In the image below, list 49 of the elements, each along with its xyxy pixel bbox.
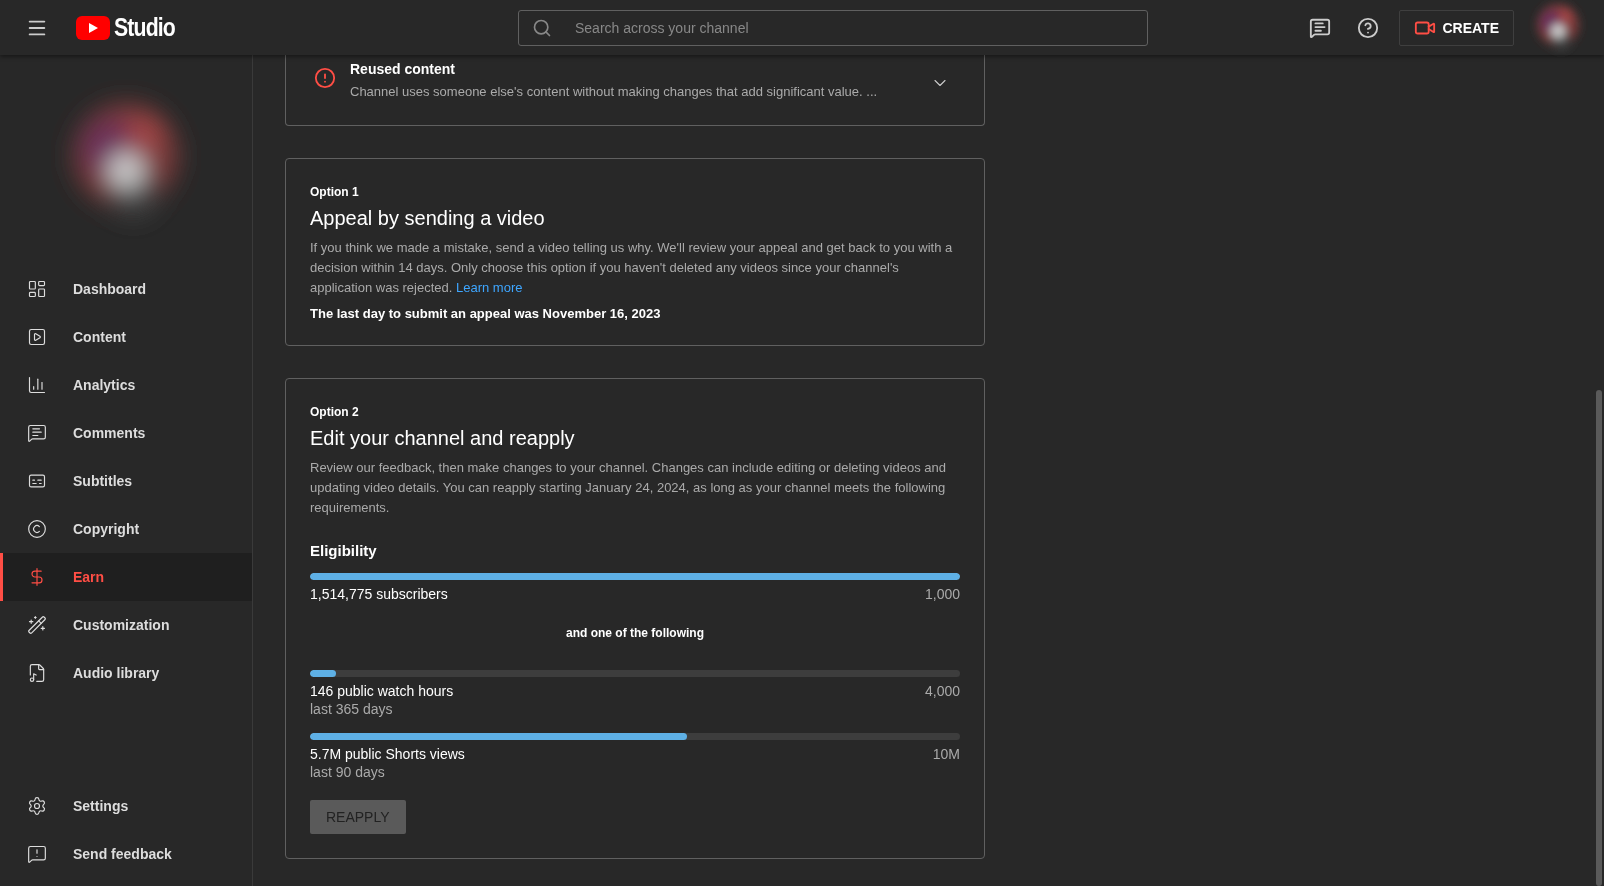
help-icon — [1357, 16, 1380, 39]
comment-icon — [27, 423, 47, 443]
deadline-note: The last day to submit an appeal was November 16, 2023 — [310, 306, 662, 321]
grid-icon — [27, 279, 47, 299]
option-label: Option 1 — [310, 185, 360, 199]
sidebar-item[interactable]: Customization — [0, 601, 252, 649]
search-icon — [532, 17, 552, 38]
option-description: If you think we made a mistake, send a video telling us why. We'll review your appeal and get back to you with a decision within 14 days. Only choose this option if you haven't deleted any videos since your channel's application was rejected. Learn more — [310, 239, 954, 297]
scrollbar-thumb[interactable] — [1596, 390, 1602, 886]
bar-chart-icon — [27, 375, 47, 395]
option-description: Review our feedback, then make changes to your channel. Changes can include editing or deleting videos and updating video details. You can reapply starting January 24, 2024, as long as your channel meets the following requirements. — [310, 459, 947, 517]
create-button[interactable]: CREATE — [1399, 9, 1514, 46]
requirement-label: 1,514,775 subscribers — [310, 586, 448, 602]
issue-description: Channel uses someone else's content without making changes that add significant value. ... — [350, 84, 879, 99]
sidebar-item[interactable]: Audio library — [0, 649, 252, 697]
sidebar-item[interactable]: Analytics — [0, 361, 252, 409]
option-label: Option 2 — [310, 405, 360, 419]
settings-icon — [27, 796, 47, 816]
sidebar-item[interactable]: Dashboard — [0, 265, 252, 313]
option-title: Edit your channel and reapply — [310, 427, 576, 450]
play-logo-icon — [76, 15, 110, 40]
sidebar-item[interactable]: Settings — [0, 782, 252, 830]
music-file-icon — [27, 663, 47, 683]
requirement-label: 146 public watch hours — [310, 683, 454, 699]
sidebar-item[interactable]: Comments — [0, 409, 252, 457]
sidebar-item[interactable]: Copyright — [0, 505, 252, 553]
play-stack-icon — [27, 327, 47, 347]
comment-icon — [1309, 16, 1332, 39]
option-title: Appeal by sending a video — [310, 207, 546, 230]
logo-text: Studio — [114, 13, 175, 42]
issue-title: Reused content — [350, 61, 456, 77]
eligibility-heading: Eligibility — [310, 542, 378, 559]
alert-icon — [314, 67, 336, 89]
magic-wand-icon — [27, 615, 47, 635]
sidebar-item[interactable]: Send feedback — [0, 830, 252, 878]
sidebar-item[interactable]: Earn — [0, 553, 252, 601]
requirement-target: 4,000 — [924, 683, 960, 699]
copyright-icon — [27, 519, 47, 539]
requirement-period: last 365 days — [310, 701, 394, 717]
requirement-label: 5.7M public Shorts views — [310, 746, 465, 762]
search-field[interactable]: Search across your channel — [518, 9, 1148, 46]
sidebar-item[interactable]: Subtitles — [0, 457, 252, 505]
requirement-target: 10M — [932, 746, 960, 762]
feedback-icon — [27, 844, 47, 864]
learn-more-link[interactable]: Learn more — [456, 280, 523, 295]
connector-text: and one of the following — [565, 626, 705, 640]
requirement-period: last 90 days — [310, 764, 386, 780]
sidebar-item[interactable]: Content — [0, 313, 252, 361]
requirement-target: 1,000 — [924, 586, 960, 602]
